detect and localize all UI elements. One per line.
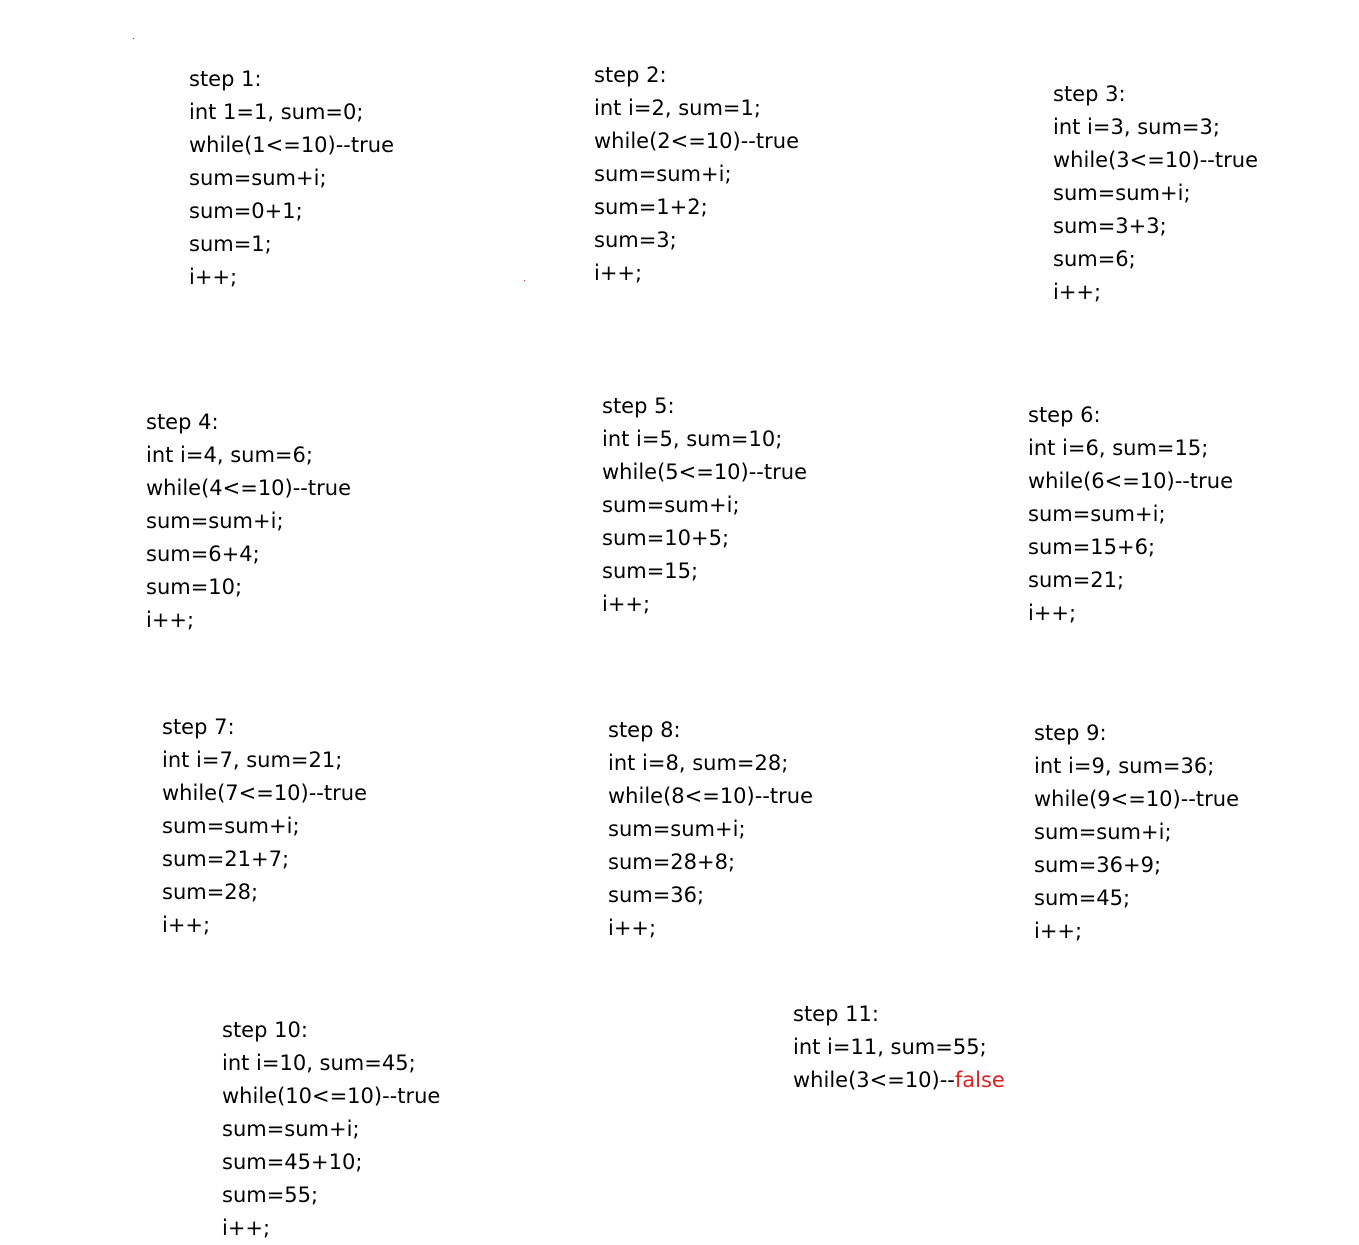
code-line: sum=3+3; (1053, 214, 1167, 238)
code-line: sum=1; (189, 232, 272, 256)
code-line: i++; (1034, 919, 1083, 943)
code-line: i++; (608, 916, 657, 940)
code-line: int i=7, sum=21; (162, 748, 343, 772)
code-line: sum=55; (222, 1183, 319, 1207)
code-line: i++; (1028, 601, 1077, 625)
code-line: sum=3; (594, 228, 677, 252)
code-line: sum=sum+i; (594, 162, 732, 186)
code-line: i++; (1053, 280, 1102, 304)
code-line: int i=4, sum=6; (146, 443, 313, 467)
code-line: while(6<=10)--true (1028, 469, 1233, 493)
code-line: sum=6; (1053, 247, 1136, 271)
stray-dot (133, 38, 134, 39)
code-line: int i=9, sum=36; (1034, 754, 1215, 778)
code-line: while(7<=10)--true (162, 781, 367, 805)
code-line: sum=sum+i; (146, 509, 284, 533)
condition-result-false: false (954, 1068, 1005, 1092)
condition-prefix: while(3<=10)-- (793, 1068, 955, 1092)
step-title: step 8: (608, 718, 681, 742)
code-line: sum=sum+i; (1053, 181, 1191, 205)
step-title: step 4: (146, 410, 219, 434)
code-line: while(5<=10)--true (602, 460, 807, 484)
code-line: int i=10, sum=45; (222, 1051, 416, 1075)
step-7-block: step 7: int i=7, sum=21; while(7<=10)--t… (162, 711, 367, 942)
code-line: i++; (146, 608, 195, 632)
step-title: step 6: (1028, 403, 1101, 427)
code-line: i++; (602, 592, 651, 616)
step-10-block: step 10: int i=10, sum=45; while(10<=10)… (222, 1014, 440, 1245)
step-4-block: step 4: int i=4, sum=6; while(4<=10)--tr… (146, 406, 351, 637)
step-2-block: step 2: int i=2, sum=1; while(2<=10)--tr… (594, 59, 799, 290)
condition-line: while(3<=10)--false (793, 1064, 1005, 1097)
code-line: sum=21+7; (162, 847, 290, 871)
code-line: sum=28; (162, 880, 259, 904)
step-9-block: step 9: int i=9, sum=36; while(9<=10)--t… (1034, 717, 1239, 948)
code-line: sum=15+6; (1028, 535, 1156, 559)
step-title: step 1: (189, 67, 262, 91)
code-line: sum=sum+i; (222, 1117, 360, 1141)
code-line: sum=sum+i; (1028, 502, 1166, 526)
code-line: while(8<=10)--true (608, 784, 813, 808)
step-11-block: step 11: int i=11, sum=55; while(3<=10)-… (793, 998, 1005, 1097)
code-line: sum=sum+i; (189, 166, 327, 190)
code-line: sum=28+8; (608, 850, 736, 874)
code-line: sum=10+5; (602, 526, 730, 550)
step-title: step 11: (793, 1002, 879, 1026)
code-line: int i=6, sum=15; (1028, 436, 1209, 460)
code-line: int i=3, sum=3; (1053, 115, 1220, 139)
code-line: int i=5, sum=10; (602, 427, 783, 451)
step-1-block: step 1: int 1=1, sum=0; while(1<=10)--tr… (189, 63, 394, 294)
code-line: sum=0+1; (189, 199, 303, 223)
code-line: int i=11, sum=55; (793, 1035, 987, 1059)
step-title: step 9: (1034, 721, 1107, 745)
code-line: int 1=1, sum=0; (189, 100, 364, 124)
code-line: sum=15; (602, 559, 699, 583)
code-line: while(4<=10)--true (146, 476, 351, 500)
code-line: i++; (222, 1216, 271, 1240)
code-line: sum=6+4; (146, 542, 260, 566)
code-line: sum=36; (608, 883, 705, 907)
code-line: i++; (594, 261, 643, 285)
code-line: while(10<=10)--true (222, 1084, 441, 1108)
step-title: step 3: (1053, 82, 1126, 106)
code-line: sum=36+9; (1034, 853, 1162, 877)
step-title: step 7: (162, 715, 235, 739)
code-line: while(9<=10)--true (1034, 787, 1239, 811)
code-line: while(2<=10)--true (594, 129, 799, 153)
stray-red-dot (524, 280, 525, 281)
code-line: sum=45; (1034, 886, 1131, 910)
step-5-block: step 5: int i=5, sum=10; while(5<=10)--t… (602, 390, 807, 621)
step-3-block: step 3: int i=3, sum=3; while(3<=10)--tr… (1053, 78, 1258, 309)
step-6-block: step 6: int i=6, sum=15; while(6<=10)--t… (1028, 399, 1233, 630)
code-line: sum=1+2; (594, 195, 708, 219)
code-line: i++; (162, 913, 211, 937)
code-line: sum=sum+i; (1034, 820, 1172, 844)
code-line: i++; (189, 265, 238, 289)
step-8-block: step 8: int i=8, sum=28; while(8<=10)--t… (608, 714, 813, 945)
code-line: while(1<=10)--true (189, 133, 394, 157)
code-line: while(3<=10)--true (1053, 148, 1258, 172)
step-title: step 2: (594, 63, 667, 87)
code-line: sum=21; (1028, 568, 1125, 592)
code-line: sum=sum+i; (602, 493, 740, 517)
code-line: int i=2, sum=1; (594, 96, 761, 120)
step-title: step 10: (222, 1018, 308, 1042)
code-line: int i=8, sum=28; (608, 751, 789, 775)
code-line: sum=10; (146, 575, 243, 599)
code-line: sum=sum+i; (608, 817, 746, 841)
code-line: sum=45+10; (222, 1150, 363, 1174)
code-line: sum=sum+i; (162, 814, 300, 838)
step-title: step 5: (602, 394, 675, 418)
